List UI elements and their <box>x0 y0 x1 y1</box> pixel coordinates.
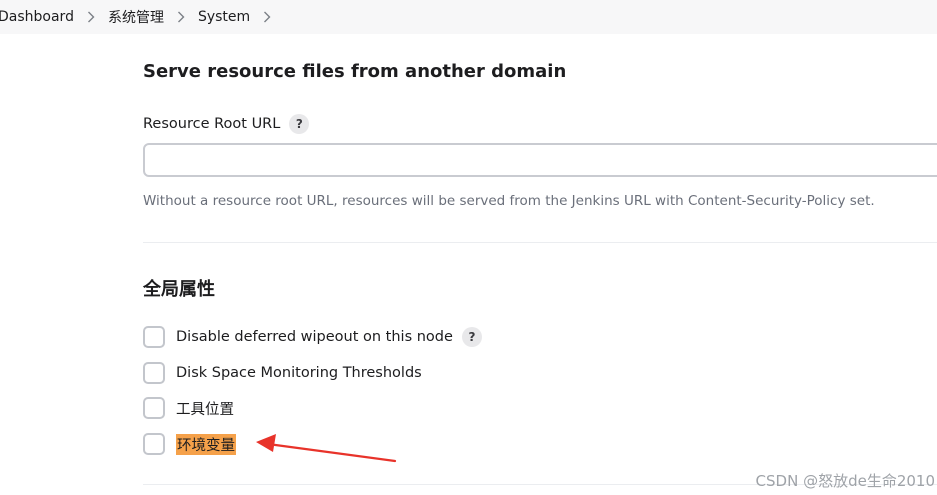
help-icon[interactable]: ? <box>289 114 310 134</box>
option-tool-location[interactable]: 工具位置 <box>143 397 234 419</box>
breadcrumb-dashboard[interactable]: Dashboard <box>0 9 74 25</box>
annotation-arrow-icon <box>256 434 397 463</box>
breadcrumb: Dashboard 系统管理 System <box>0 0 937 34</box>
option-disk-space-monitoring[interactable]: Disk Space Monitoring Thresholds <box>143 362 422 384</box>
watermark: CSDN @怒放de生命2010 <box>755 472 935 490</box>
option-label-highlighted: 环境变量 <box>176 433 236 455</box>
help-icon[interactable]: ? <box>461 327 482 347</box>
checkbox[interactable] <box>143 397 165 419</box>
resource-root-url-help-text: Without a resource root URL, resources w… <box>143 193 875 209</box>
chevron-right-icon <box>176 11 186 23</box>
option-label: Disk Space Monitoring Thresholds <box>176 365 422 381</box>
option-environment-variables[interactable]: 环境变量 <box>143 433 236 455</box>
option-label: Disable deferred wipeout on this node <box>176 329 453 345</box>
checkbox[interactable] <box>143 362 165 384</box>
chevron-right-icon[interactable] <box>262 11 272 23</box>
option-label: 工具位置 <box>176 401 234 418</box>
breadcrumb-system-management[interactable]: 系统管理 <box>108 7 164 27</box>
chevron-right-icon <box>86 11 96 23</box>
checkbox[interactable] <box>143 326 165 348</box>
breadcrumb-system[interactable]: System <box>198 9 250 25</box>
section-title-resource-domain: Serve resource files from another domain <box>143 61 567 82</box>
resource-root-url-label: Resource Root URL ? <box>143 114 310 134</box>
checkbox[interactable] <box>143 433 165 455</box>
resource-root-url-input[interactable] <box>143 143 937 177</box>
jenkins-system-config-page: Dashboard 系统管理 System Serve resource fil… <box>0 0 937 495</box>
option-disable-deferred-wipeout[interactable]: Disable deferred wipeout on this node ? <box>143 326 482 348</box>
section-title-global-properties: 全局属性 <box>143 279 215 300</box>
resource-root-url-label-text: Resource Root URL <box>143 116 281 132</box>
section-divider <box>143 242 937 243</box>
